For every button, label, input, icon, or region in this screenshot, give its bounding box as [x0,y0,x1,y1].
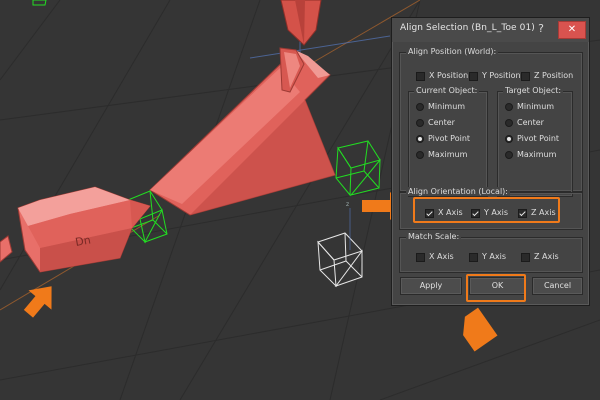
current-pivot-point-radio[interactable]: Pivot Point [416,133,470,145]
helper-box-upper[interactable] [335,140,381,197]
bone-label: Dn [74,233,91,248]
arrow-up-icon [463,307,498,352]
checkbox-box [521,72,530,81]
scale-y-axis-checkbox[interactable]: Y Axis [469,251,506,263]
checkbox-box [416,253,425,262]
current-object-label: Current Object: [414,86,480,95]
bone-top[interactable] [280,0,322,46]
target-pivot-point-radio[interactable]: Pivot Point [505,133,559,145]
selection-box[interactable] [317,232,363,288]
scale-x-axis-checkbox[interactable]: X Axis [416,251,454,263]
help-button[interactable]: ? [531,21,551,37]
gizmo-axis-label: z [346,201,349,208]
checkbox-box [469,72,478,81]
target-maximum-radio[interactable]: Maximum [505,149,556,161]
apply-button[interactable]: Apply [400,277,462,295]
cancel-button[interactable]: Cancel [532,277,583,295]
ok-highlight [466,274,526,302]
max-scene: Dn z Align Selection (Bn_L_Toe 01) ? ✕ A… [0,0,600,400]
target-minimum-radio[interactable]: Minimum [505,101,554,113]
current-minimum-radio[interactable]: Minimum [416,101,465,113]
z-position-checkbox[interactable]: Z Position [521,70,573,82]
match-scale-label: Match Scale: [406,232,462,241]
target-object-label: Target Object: [503,86,564,95]
current-maximum-radio[interactable]: Maximum [416,149,467,161]
target-object-group: Target Object: Minimum Center Pivot Poin… [497,86,573,197]
y-position-checkbox[interactable]: Y Position [469,70,521,82]
align-selection-dialog: Align Selection (Bn_L_Toe 01) ? ✕ Align … [391,17,590,306]
dialog-title: Align Selection (Bn_L_Toe 01) [400,23,535,33]
current-object-group: Current Object: Minimum Center Pivot Poi… [408,86,488,197]
scale-z-axis-checkbox[interactable]: Z Axis [521,251,559,263]
align-position-group: Align Position (World): X Position Y Pos… [399,47,583,197]
orientation-highlight [413,197,560,223]
arrow-up-left-icon [23,286,52,318]
align-orientation-label: Align Orientation (Local): [406,187,510,196]
align-position-label: Align Position (World): [406,47,499,56]
match-scale-group: Match Scale: X Axis Y Axis Z Axis [399,232,583,273]
bone-main[interactable] [149,47,336,216]
checkbox-box [469,253,478,262]
checkbox-box [521,253,530,262]
close-button[interactable]: ✕ [558,21,586,39]
x-position-checkbox[interactable]: X Position [416,70,468,82]
target-center-radio[interactable]: Center [505,117,544,129]
bone-toe[interactable]: Dn [17,186,151,273]
current-center-radio[interactable]: Center [416,117,455,129]
checkbox-box [416,72,425,81]
dialog-titlebar[interactable]: Align Selection (Bn_L_Toe 01) ? ✕ [392,18,589,42]
